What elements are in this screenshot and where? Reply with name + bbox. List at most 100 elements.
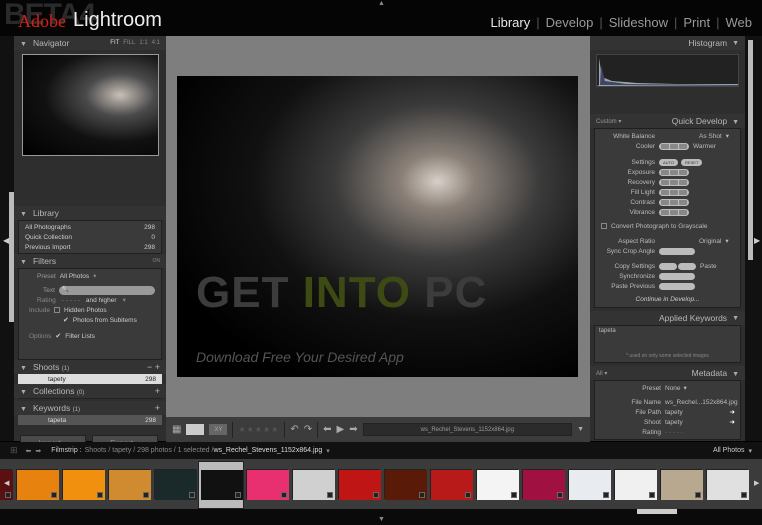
right-panel-toggle-icon[interactable]: ▶	[754, 236, 760, 245]
filename-field[interactable]: ws_Rechel_Stevens_1152x864.jpg	[362, 423, 573, 436]
right-scrollbar[interactable]	[748, 40, 753, 260]
filmstrip-thumb[interactable]	[154, 469, 197, 500]
qd-preset-select[interactable]: Custom	[596, 119, 617, 125]
filmstrip-thumb[interactable]	[108, 469, 151, 500]
library-item[interactable]: Previous Import 298	[19, 242, 161, 252]
sync-crop-button[interactable]	[659, 247, 695, 255]
toolbar-menu-icon[interactable]: ▼	[577, 426, 584, 433]
temp-stepper[interactable]	[659, 142, 689, 150]
compare-view-button[interactable]: XY	[209, 424, 228, 435]
copy-settings-button[interactable]	[659, 262, 677, 270]
file-name-value[interactable]: ws_Rechel...152x864.jpg	[665, 399, 738, 406]
library-item[interactable]: Quick Collection 0	[19, 232, 161, 242]
filmstrip-thumb[interactable]	[660, 469, 703, 500]
hidden-photos-checkbox[interactable]	[53, 307, 60, 313]
next-icon[interactable]: ➡	[349, 424, 357, 435]
filmstrip-thumb[interactable]	[16, 469, 59, 500]
histogram-header[interactable]: Histogram ▼	[590, 36, 745, 50]
nav-fill[interactable]: FILL	[123, 40, 135, 46]
grid-icon[interactable]: ⊞	[10, 445, 18, 456]
previous-icon[interactable]: ⬅	[323, 424, 331, 435]
grid-view-icon[interactable]: ▦	[172, 424, 181, 435]
aspect-select[interactable]: Original	[699, 238, 721, 245]
filmstrip-thumb[interactable]	[338, 469, 381, 500]
back-icon[interactable]: ⬅	[26, 447, 32, 455]
navigator-header[interactable]: ▼ Navigator FIT FILL 1:1 4:1	[14, 36, 166, 50]
paste-settings-button[interactable]	[678, 262, 696, 270]
nav-fit[interactable]: FIT	[110, 40, 119, 46]
go-to-shoot-icon[interactable]: ➜	[730, 418, 735, 426]
module-web[interactable]: Web	[726, 15, 753, 30]
module-library[interactable]: Library	[490, 15, 530, 30]
module-slideshow[interactable]: Slideshow	[609, 15, 668, 30]
library-item[interactable]: All Photographs 298	[19, 222, 161, 232]
add-shoot-button[interactable]: +	[155, 362, 160, 372]
filter-preset-select[interactable]: All Photos	[60, 273, 89, 280]
filmstrip-selected-file[interactable]: ws_Rechel_Stevens_1152x864.jpg	[213, 447, 322, 454]
exposure-stepper[interactable]	[659, 168, 689, 176]
shoots-header[interactable]: ▼ Shoots (1) − +	[14, 360, 166, 374]
quick-develop-header[interactable]: Custom ▾ Quick Develop ▼	[590, 114, 745, 128]
library-header[interactable]: ▼ Library	[14, 206, 166, 220]
rating-stars[interactable]: ★★★★★	[238, 425, 279, 434]
collections-header[interactable]: ▼ Collections (0) +	[14, 384, 166, 398]
applied-keywords-field[interactable]: tapeta * used on only some selected imag…	[594, 325, 741, 363]
filmstrip-right-icon[interactable]: ▶	[754, 479, 759, 487]
metadata-header[interactable]: All ▾ Metadata ▼	[590, 366, 745, 380]
rating-mode-select[interactable]: and higher	[86, 297, 117, 304]
filters-toggle[interactable]: ON	[153, 258, 161, 264]
applied-keywords-header[interactable]: Applied Keywords ▼	[590, 311, 745, 325]
filmstrip-thumb[interactable]	[292, 469, 335, 500]
metadata-filter-select[interactable]: All	[596, 371, 603, 377]
fill-light-stepper[interactable]	[659, 188, 689, 196]
add-keyword-button[interactable]: +	[155, 403, 160, 413]
meta-preset-select[interactable]: None	[665, 385, 681, 392]
filmstrip-left-icon[interactable]: ◀	[4, 479, 9, 487]
filmstrip-scrollbar[interactable]	[637, 509, 677, 514]
subitems-checkbox[interactable]: ✔	[63, 316, 69, 324]
filmstrip-thumb[interactable]	[430, 469, 473, 500]
filmstrip-thumb[interactable]	[706, 469, 749, 500]
vibrance-stepper[interactable]	[659, 208, 689, 216]
navigator-preview[interactable]	[22, 54, 159, 156]
auto-button[interactable]: AUTO	[659, 158, 679, 166]
module-print[interactable]: Print	[683, 15, 710, 30]
rotate-left-icon[interactable]: ↶	[290, 424, 298, 435]
filmstrip-thumb[interactable]	[62, 469, 105, 500]
filmstrip-thumb[interactable]	[522, 469, 565, 500]
rating-stars[interactable]: - - - - -	[62, 297, 80, 304]
filmstrip-thumb-selected[interactable]	[198, 461, 244, 509]
add-collection-button[interactable]: +	[155, 386, 160, 396]
wb-select[interactable]: As Shot	[699, 133, 722, 140]
remove-shoot-button[interactable]: −	[147, 362, 152, 372]
loupe-photo[interactable]	[177, 76, 578, 377]
rotate-right-icon[interactable]: ↷	[304, 424, 312, 435]
filmstrip-thumb[interactable]	[246, 469, 289, 500]
shoot-item[interactable]: tapety 298	[18, 374, 162, 384]
synchronize-button[interactable]	[659, 272, 695, 280]
continue-in-develop-link[interactable]: Continue in Develop...	[595, 296, 740, 303]
filmstrip-thumb[interactable]	[476, 469, 519, 500]
filter-lists-checkbox[interactable]: ✔	[55, 332, 61, 340]
keyword-item[interactable]: tapeta 298	[18, 415, 162, 425]
nav-4-1[interactable]: 4:1	[152, 40, 160, 46]
reset-button[interactable]: RESET	[681, 158, 703, 166]
forward-icon[interactable]: ➡	[35, 447, 41, 455]
play-icon[interactable]: ▶	[336, 424, 344, 435]
filmstrip-thumb[interactable]	[614, 469, 657, 500]
contrast-stepper[interactable]	[659, 198, 689, 206]
grayscale-checkbox[interactable]	[601, 223, 607, 229]
filter-text-search[interactable]: 🔍	[58, 285, 155, 295]
filmstrip-thumb[interactable]	[384, 469, 427, 500]
filmstrip-thumb[interactable]	[568, 469, 611, 500]
go-to-folder-icon[interactable]: ➜	[730, 408, 735, 416]
loupe-view-button[interactable]	[186, 424, 205, 435]
nav-1-1[interactable]: 1:1	[139, 40, 147, 46]
module-develop[interactable]: Develop	[546, 15, 594, 30]
top-panel-toggle[interactable]: ▲	[378, 0, 385, 7]
filters-header[interactable]: ▼ Filters ON	[14, 254, 166, 268]
recovery-stepper[interactable]	[659, 178, 689, 186]
meta-rating-stars[interactable]: · · · · ·	[665, 429, 683, 436]
keywords-header[interactable]: ▼ Keywords (1) +	[14, 401, 166, 415]
bottom-panel-toggle[interactable]: ▼	[378, 516, 385, 523]
